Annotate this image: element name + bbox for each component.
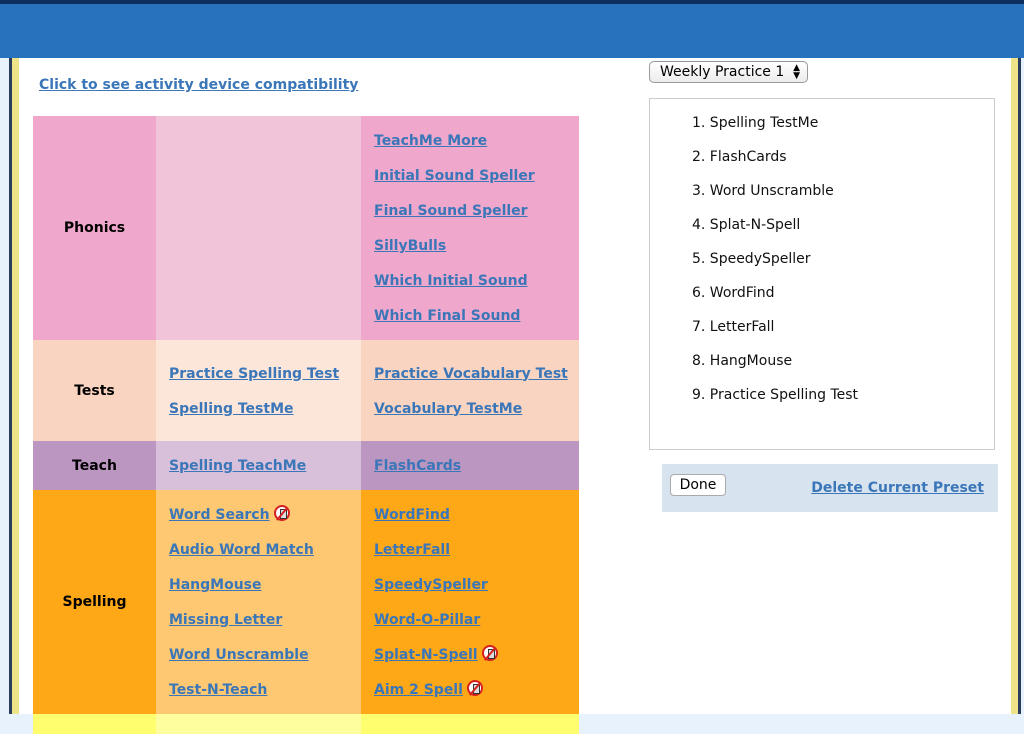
activity-column-2: WordFind LetterFall SpeedySpeller Word-O-Pi… (361, 490, 579, 714)
activity-link[interactable]: Aim 2 Spell (374, 682, 463, 698)
activity-column-1: Word Search Audio Word Match HangMouse Miss… (156, 490, 361, 714)
preset-activity-list: 1. Spelling TestMe 2. FlashCards 3. Word U… (649, 98, 995, 450)
activity-link[interactable]: SpeedySpeller (374, 577, 488, 593)
activity-column-1 (156, 116, 361, 340)
category-row-next (33, 714, 579, 734)
preset-select[interactable]: Weekly Practice 1 ▲ ▼ (649, 61, 808, 83)
preset-list-item[interactable]: 7. LetterFall (692, 317, 858, 351)
activity-link[interactable]: Word Search (169, 507, 270, 523)
preset-list-item[interactable]: 3. Word Unscramble (692, 181, 858, 215)
category-label: Tests (33, 340, 156, 441)
no-mobile-device-icon (481, 645, 498, 661)
frame-left (0, 58, 9, 714)
activity-column-1: Practice Spelling Test Spelling TestMe (156, 340, 361, 441)
activity-link[interactable]: Missing Letter (169, 612, 282, 628)
frame-accent-left (12, 58, 19, 714)
select-arrows-icon: ▲ ▼ (793, 63, 800, 81)
activity-link[interactable]: FlashCards (374, 458, 461, 474)
activity-column-1: Spelling TeachMe (156, 441, 361, 490)
category-cell (361, 714, 579, 734)
activity-link[interactable]: Which Initial Sound (374, 273, 528, 289)
no-mobile-device-icon (273, 505, 290, 521)
header-bar (0, 4, 1024, 58)
delete-preset-link[interactable]: Delete Current Preset (811, 480, 984, 496)
preset-action-bar: Done Delete Current Preset (662, 464, 998, 512)
category-label: Teach (33, 441, 156, 490)
preset-list-item[interactable]: 6. WordFind (692, 283, 858, 317)
preset-list-item[interactable]: 5. SpeedySpeller (692, 249, 858, 283)
category-label: Phonics (33, 116, 156, 340)
activity-link[interactable]: Word Unscramble (169, 647, 309, 663)
category-label: Spelling (33, 490, 156, 714)
activity-link[interactable]: Spelling TeachMe (169, 458, 306, 474)
activity-link[interactable]: Final Sound Speller (374, 203, 528, 219)
category-row-teach: Teach Spelling TeachMe FlashCards (33, 441, 579, 490)
activity-link[interactable]: TeachMe More (374, 133, 487, 149)
preset-list-item[interactable]: 2. FlashCards (692, 147, 858, 181)
activity-column-2: FlashCards (361, 441, 579, 490)
no-mobile-device-icon (466, 680, 483, 696)
activity-link[interactable]: Which Final Sound (374, 308, 520, 324)
preset-list-item[interactable]: 9. Practice Spelling Test (692, 385, 858, 419)
frame-accent-right (1011, 58, 1018, 714)
activity-link[interactable]: Practice Spelling Test (169, 366, 339, 382)
activity-column-2: Practice Vocabulary Test Vocabulary TestM… (361, 340, 579, 441)
device-compatibility-link[interactable]: Click to see activity device compatibili… (39, 77, 358, 93)
activity-link[interactable]: Initial Sound Speller (374, 168, 535, 184)
category-cell (33, 714, 156, 734)
activity-link[interactable]: Test-N-Teach (169, 682, 267, 698)
category-row-tests: Tests Practice Spelling Test Spelling Test… (33, 340, 579, 441)
preset-select-value: Weekly Practice 1 (660, 64, 785, 80)
activity-link[interactable]: Audio Word Match (169, 542, 314, 558)
activity-link[interactable]: Word-O-Pillar (374, 612, 480, 628)
preset-list-item[interactable]: 1. Spelling TestMe (692, 113, 858, 147)
activities-table: Phonics TeachMe More Initial Sound Speller… (33, 116, 579, 734)
category-cell (156, 714, 361, 734)
done-button[interactable]: Done (670, 474, 726, 496)
category-row-phonics: Phonics TeachMe More Initial Sound Speller… (33, 116, 579, 340)
activity-column-2: TeachMe More Initial Sound Speller Final S… (361, 116, 579, 340)
activity-link[interactable]: Spelling TestMe (169, 401, 294, 417)
preset-list-item[interactable]: 4. Splat-N-Spell (692, 215, 858, 249)
preset-list-item[interactable]: 8. HangMouse (692, 351, 858, 385)
activity-link[interactable]: LetterFall (374, 542, 450, 558)
activity-link[interactable]: Splat-N-Spell (374, 647, 478, 663)
activity-link[interactable]: Practice Vocabulary Test (374, 366, 568, 382)
activity-link[interactable]: Vocabulary TestMe (374, 401, 522, 417)
activity-link[interactable]: HangMouse (169, 577, 262, 593)
category-row-spelling: Spelling Word Search Audio Word Match HangM… (33, 490, 579, 714)
activity-link[interactable]: SillyBulls (374, 238, 446, 254)
activity-link[interactable]: WordFind (374, 507, 450, 523)
